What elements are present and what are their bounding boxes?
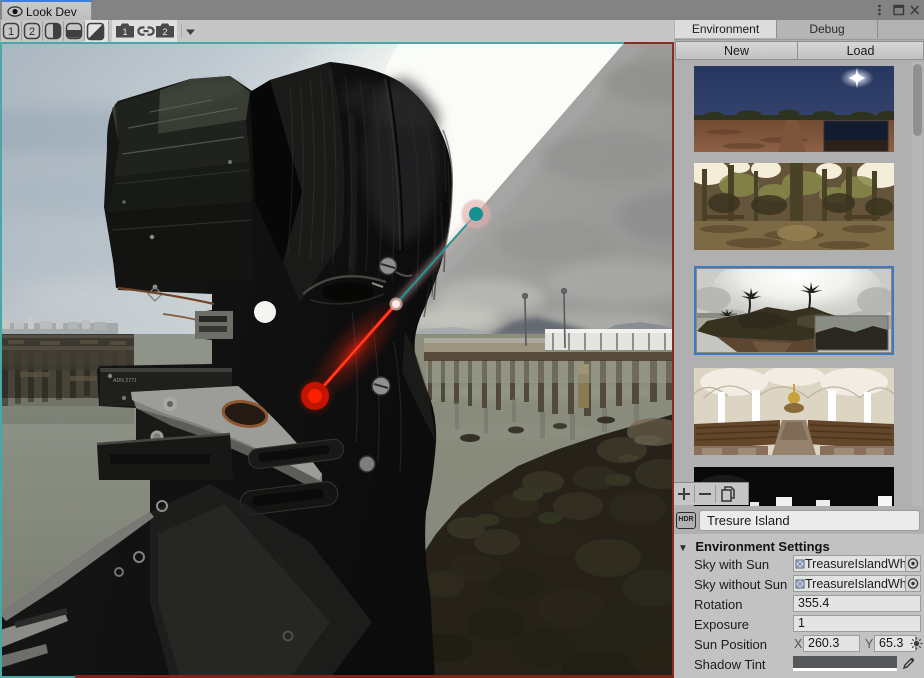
svg-text:2: 2	[29, 26, 35, 38]
svg-text:1: 1	[8, 26, 14, 38]
svg-text:1: 1	[122, 27, 127, 38]
svg-text:2: 2	[162, 27, 167, 38]
svg-text:ADN 2771: ADN 2771	[113, 378, 137, 384]
